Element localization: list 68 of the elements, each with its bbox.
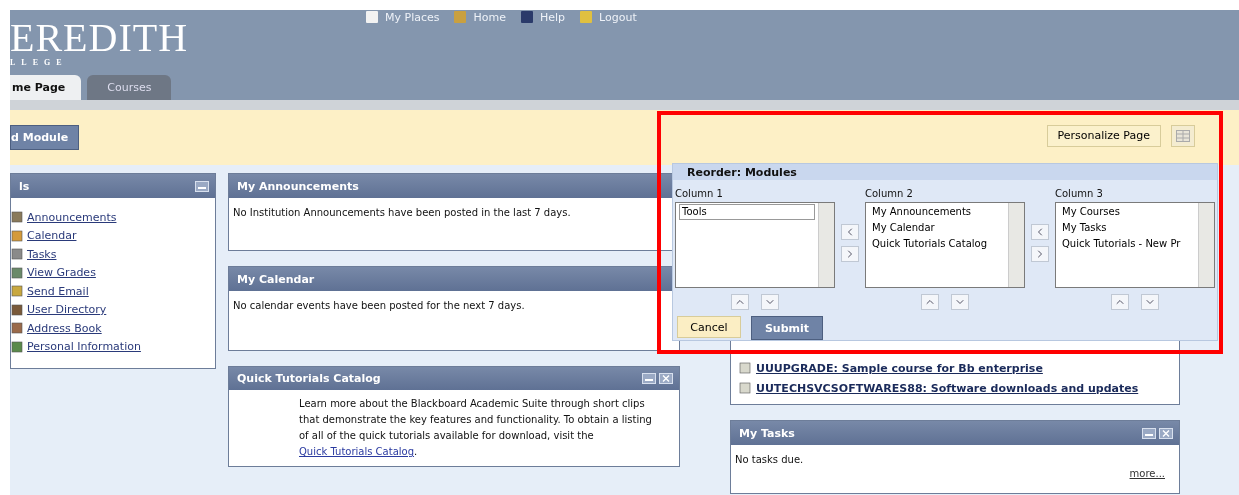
module-text: No Institution Announcements have been posted in the last 7 days.: [232, 206, 572, 220]
add-module-button[interactable]: d Module: [10, 125, 80, 150]
tool-link[interactable]: Personal Information: [11, 337, 209, 356]
move-right-button[interactable]: [841, 246, 859, 262]
move-up-button[interactable]: [731, 294, 749, 310]
nav-icon: [519, 10, 534, 24]
list-option[interactable]: Tools: [679, 204, 815, 220]
tool-link[interactable]: Address Book: [11, 319, 209, 338]
tool-link[interactable]: Calendar: [11, 226, 209, 245]
move-right-button[interactable]: [1031, 246, 1049, 262]
scrollbar[interactable]: [1198, 203, 1214, 287]
tab[interactable]: me Page: [10, 75, 82, 100]
logo-text: EREDITH: [10, 18, 190, 58]
move-left-button[interactable]: [1031, 224, 1049, 240]
minimize-icon[interactable]: [642, 373, 656, 384]
tool-link[interactable]: Announcements: [11, 208, 209, 227]
move-left-button[interactable]: [841, 224, 859, 240]
column-label: Column 3: [1055, 188, 1104, 201]
logo-subtext: LLEGE: [10, 58, 69, 67]
column-label: Column 1: [675, 188, 724, 201]
module-title: My Announcements: [237, 179, 359, 193]
move-down-button[interactable]: [951, 294, 969, 310]
catalog-link[interactable]: Quick Tutorials Catalog: [299, 446, 414, 457]
panel-title: Reorder: Modules: [687, 165, 797, 179]
module-title: ls: [19, 179, 30, 193]
scrollbar[interactable]: [818, 203, 834, 287]
module-text: No calendar events have been posted for the next 7 days.: [232, 299, 526, 313]
column-label: Column 2: [865, 188, 914, 201]
list-option[interactable]: Quick Tutorials Catalog: [869, 236, 1005, 252]
module-text: Learn more about the Blackboard Academic Suite through short clips that demonstrate the key features and functionality. To obtain a listing of all of the quick tutorials available for download, visit the Quick Tutorials Catalog.: [298, 397, 653, 459]
tool-link[interactable]: Send Email: [11, 282, 209, 301]
submit-button[interactable]: Submit: [751, 316, 823, 340]
cancel-button[interactable]: Cancel: [677, 316, 741, 338]
module-listbox[interactable]: My Courses My Tasks Quick Tutorials - New Pr: [1055, 202, 1215, 288]
minimize-icon[interactable]: [1142, 427, 1156, 439]
list-option[interactable]: Quick Tutorials - New Pr: [1059, 236, 1195, 252]
minimize-icon[interactable]: [195, 180, 209, 192]
move-up-button[interactable]: [921, 294, 939, 310]
list-option[interactable]: My Calendar: [869, 220, 1005, 236]
move-up-button[interactable]: [1111, 294, 1129, 310]
module-title: My Tasks: [739, 426, 795, 440]
grid-icon: [1176, 129, 1190, 142]
course-icon: [739, 362, 751, 374]
personalize-button[interactable]: Personalize Page: [1046, 124, 1161, 147]
move-down-button[interactable]: [1141, 294, 1159, 310]
module-title: My Calendar: [237, 272, 315, 286]
tool-link[interactable]: Tasks: [11, 245, 209, 264]
list-option[interactable]: My Announcements: [869, 204, 1005, 220]
nav-icon: [453, 10, 468, 24]
module-title: Quick Tutorials Catalog: [237, 372, 381, 385]
scrollbar[interactable]: [1008, 203, 1024, 287]
list-option[interactable]: My Tasks: [1059, 220, 1195, 236]
module-listbox[interactable]: Tools: [675, 202, 835, 288]
layout-button[interactable]: [1171, 124, 1195, 147]
course-icon: [739, 382, 751, 394]
course-link[interactable]: UUUPGRADE: Sample course for Bb enterprise: [739, 358, 1171, 378]
list-option[interactable]: My Courses: [1059, 204, 1195, 220]
module-listbox[interactable]: My Announcements My Calendar Quick Tutorials Catalog: [865, 202, 1025, 288]
close-icon[interactable]: [659, 373, 673, 384]
nav-icon: [365, 10, 379, 24]
tool-link[interactable]: User Directory: [11, 300, 209, 319]
nav-icon: [579, 10, 594, 24]
more-link[interactable]: more...: [1129, 468, 1165, 479]
course-link[interactable]: UUTECHSVCSOFTWARES88: Software downloads and updates: [739, 378, 1171, 398]
tasks-text: No tasks due.: [734, 453, 805, 467]
move-down-button[interactable]: [761, 294, 779, 310]
tool-link[interactable]: View Grades: [11, 263, 209, 282]
close-icon[interactable]: [1159, 427, 1173, 439]
